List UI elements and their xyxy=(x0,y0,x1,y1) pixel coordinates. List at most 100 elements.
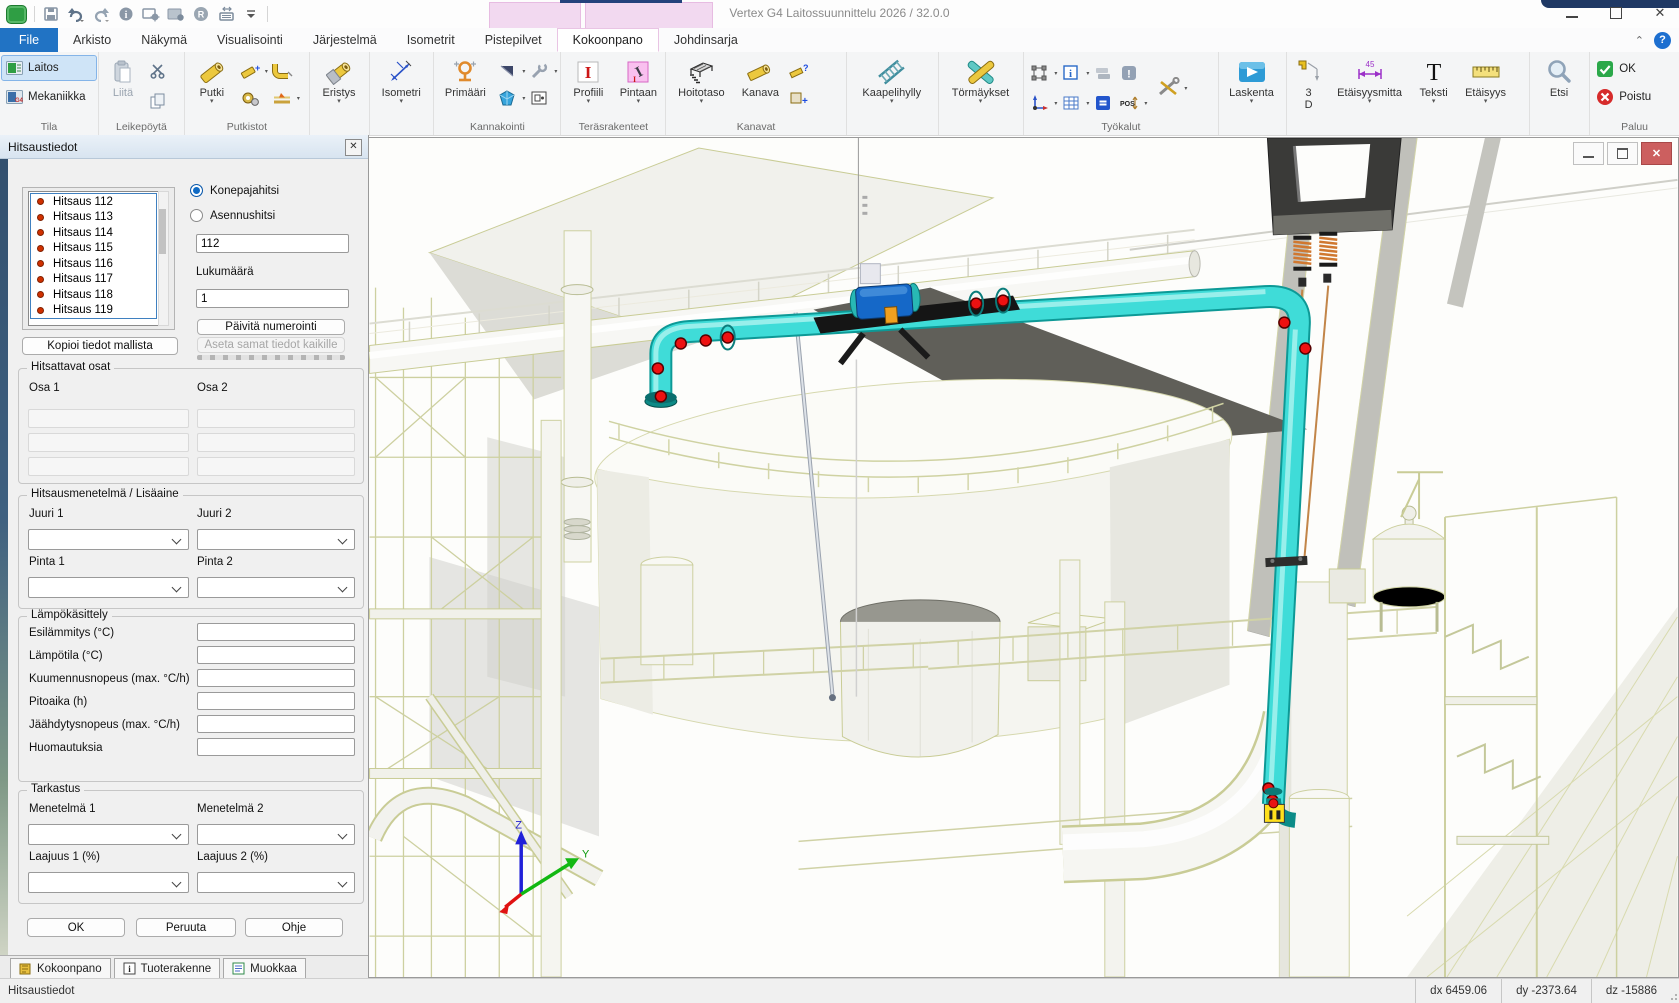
etaisyysmitta-button[interactable]: 45 Etäisyysmitta▾ xyxy=(1330,55,1410,107)
warning-icon[interactable]: ! xyxy=(1117,61,1141,85)
pipe-add-icon[interactable]: + xyxy=(238,59,262,83)
etsi-button[interactable]: Etsi xyxy=(1533,55,1585,101)
model-viewport[interactable]: Z Y ✕ xyxy=(368,137,1679,978)
dialog-cancel-button[interactable]: Peruuta xyxy=(136,918,236,937)
tab-kokoonpano-doc[interactable]: Kokoonpano xyxy=(10,958,111,978)
pintaan-button[interactable]: II Pintaan▾ xyxy=(614,55,662,107)
pitoaika-field[interactable] xyxy=(197,692,355,710)
kuumennusnopeus-field[interactable] xyxy=(197,669,355,687)
count-field[interactable] xyxy=(196,289,349,308)
pos-tool-icon[interactable]: POS xyxy=(1117,91,1141,115)
laajuus2-dropdown[interactable] xyxy=(197,872,355,893)
tab-visualisointi[interactable]: Visualisointi xyxy=(202,28,298,52)
tab-pistepilvet[interactable]: Pistepilvet xyxy=(470,28,557,52)
menetelma2-dropdown[interactable] xyxy=(197,824,355,845)
weld-number-field[interactable] xyxy=(196,234,349,253)
maximize-button[interactable] xyxy=(1607,4,1625,22)
duct-add-icon[interactable]: + xyxy=(787,86,811,110)
primaari-button[interactable]: Primääri xyxy=(437,55,493,101)
dialog-close-icon[interactable]: ✕ xyxy=(345,139,362,156)
mekaniikka-button[interactable]: G4 Mekaniikka xyxy=(1,84,97,110)
list-item[interactable]: Hitsaus 118 xyxy=(31,287,156,303)
crossed-tools-icon[interactable] xyxy=(1157,76,1181,100)
tab-jarjestelma[interactable]: Järjestelmä xyxy=(298,28,392,52)
profiili-button[interactable]: I Profiili▾ xyxy=(564,55,612,107)
tab-arkisto[interactable]: Arkisto xyxy=(58,28,126,52)
copy-from-model-button[interactable]: Kopioi tiedot mallista xyxy=(22,337,178,355)
tab-johdinsarja[interactable]: Johdinsarja xyxy=(659,28,753,52)
juuri2-dropdown[interactable] xyxy=(197,529,355,550)
laitos-button[interactable]: Laitos xyxy=(1,55,97,81)
svg-text:T: T xyxy=(1426,60,1441,85)
update-numbering-button[interactable]: Päivitä numerointi xyxy=(197,319,345,335)
ok-button[interactable]: OK xyxy=(1593,58,1639,80)
tab-tuoterakenne[interactable]: i Tuoterakenne xyxy=(114,958,221,978)
poistu-button[interactable]: Poistu xyxy=(1593,86,1654,108)
pinta1-dropdown[interactable] xyxy=(28,577,189,598)
cut-icon[interactable] xyxy=(146,59,170,83)
list-item[interactable]: Hitsaus 114 xyxy=(31,225,156,241)
collapse-ribbon-icon[interactable]: ⌃ xyxy=(1635,34,1644,47)
copy-icon[interactable] xyxy=(146,89,170,113)
duct-query-icon[interactable]: ? xyxy=(787,59,811,83)
viewport-close-button[interactable]: ✕ xyxy=(1641,142,1672,165)
tab-isometrit[interactable]: Isometrit xyxy=(392,28,470,52)
juuri1-dropdown[interactable] xyxy=(28,529,189,550)
weld-list[interactable]: Hitsaus 112 Hitsaus 113 Hitsaus 114 Hits… xyxy=(28,191,159,326)
kaapelihylly-button[interactable]: Kaapelihylly▾ xyxy=(850,55,934,107)
minimize-button[interactable] xyxy=(1563,4,1581,22)
3d-button[interactable]: 3 D xyxy=(1290,55,1328,113)
dialog-help-button[interactable]: Ohje xyxy=(245,918,343,937)
putki-button[interactable]: Putki▾ xyxy=(188,55,236,107)
support-bracket-icon[interactable] xyxy=(495,59,519,83)
etaisyys-button[interactable]: Etäisyys▾ xyxy=(1458,55,1514,107)
list-item[interactable]: Hitsaus 119 xyxy=(31,303,156,319)
flange-gear-icon[interactable] xyxy=(238,86,262,110)
list-scrollbar[interactable] xyxy=(158,191,169,326)
axis-tool-icon[interactable] xyxy=(1027,91,1051,115)
list-item[interactable]: Hitsaus 112 xyxy=(31,194,156,210)
esilammitys-field[interactable] xyxy=(197,623,355,641)
tab-file[interactable]: File xyxy=(0,28,58,52)
node-grid-icon[interactable] xyxy=(1027,61,1051,85)
tormaykset-button[interactable]: Törmäykset▾ xyxy=(942,55,1020,107)
eristys-button[interactable]: Eristys▾ xyxy=(313,55,365,107)
dialog-title-bar[interactable]: Hitsaustiedot ✕ xyxy=(0,135,368,159)
laajuus1-dropdown[interactable] xyxy=(28,872,189,893)
pipe-elbow-icon[interactable] xyxy=(270,59,294,83)
teksti-button[interactable]: T Teksti▾ xyxy=(1412,55,1456,107)
resize-grip[interactable] xyxy=(1667,990,1677,1000)
viewport-restore-button[interactable] xyxy=(1607,142,1638,165)
support-frame-icon[interactable] xyxy=(527,86,551,110)
kanava-button[interactable]: Kanava xyxy=(735,55,785,101)
konepajahitsi-radio[interactable] xyxy=(190,184,203,197)
list-item[interactable]: Hitsaus 117 xyxy=(31,272,156,288)
dialog-ok-button[interactable]: OK xyxy=(27,918,125,937)
layers-icon[interactable] xyxy=(1091,61,1115,85)
laskenta-button[interactable]: Laskenta▾ xyxy=(1222,55,1282,107)
list-item[interactable]: Hitsaus 115 xyxy=(31,241,156,257)
list-item[interactable]: Hitsaus 113 xyxy=(31,210,156,226)
paste-button[interactable]: Liitä xyxy=(102,55,144,101)
viewport-minimize-button[interactable] xyxy=(1573,142,1604,165)
isometri-button[interactable]: Isometri▾ xyxy=(373,55,429,107)
list-item[interactable]: Hitsaus 116 xyxy=(31,256,156,272)
hoitotaso-button[interactable]: Hoitotaso▾ xyxy=(669,55,733,107)
tab-nakyma[interactable]: Näkymä xyxy=(126,28,202,52)
object-info-icon[interactable]: i xyxy=(1059,61,1083,85)
huomautuksia-field[interactable] xyxy=(197,738,355,756)
close-button[interactable]: ✕ xyxy=(1651,4,1669,22)
jaahdytysnopeus-field[interactable] xyxy=(197,715,355,733)
table-icon[interactable] xyxy=(1059,91,1083,115)
help-icon[interactable]: ? xyxy=(1654,32,1671,49)
tab-muokkaa[interactable]: Muokkaa xyxy=(223,958,306,978)
wrench-icon[interactable] xyxy=(527,59,551,83)
asennushitsi-radio[interactable] xyxy=(190,209,203,222)
equals-icon[interactable] xyxy=(1091,91,1115,115)
tab-kokoonpano[interactable]: Kokoonpano xyxy=(557,28,659,52)
lampotila-field[interactable] xyxy=(197,646,355,664)
pinta2-dropdown[interactable] xyxy=(197,577,355,598)
support-shield-icon[interactable] xyxy=(495,86,519,110)
weld-icon[interactable] xyxy=(270,86,294,110)
menetelma1-dropdown[interactable] xyxy=(28,824,189,845)
